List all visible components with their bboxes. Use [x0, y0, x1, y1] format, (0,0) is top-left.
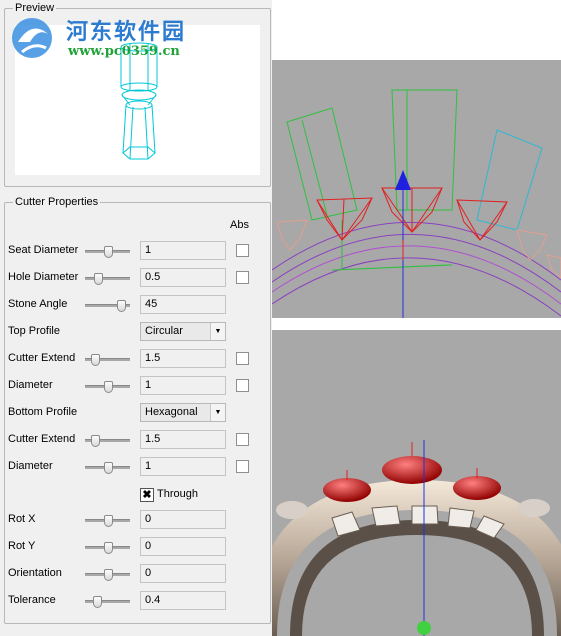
hole-diameter-abs-checkbox[interactable] [236, 271, 249, 284]
seat-diameter-field[interactable]: 1 [140, 241, 226, 260]
slider-thumb[interactable] [104, 462, 113, 474]
tolerance-slider[interactable] [85, 596, 130, 608]
top-cutter-extend-label: Cutter Extend [8, 352, 76, 364]
top-cutter-extend-slider[interactable] [85, 354, 130, 366]
top-profile-label: Top Profile [8, 325, 60, 337]
orientation-slider[interactable] [85, 569, 130, 581]
properties-panel: Preview Cutter Properties Abs Seat Diame… [0, 0, 272, 636]
slider-thumb[interactable] [104, 569, 113, 581]
axis-arrow-icon [395, 170, 411, 190]
wireframe-viewport[interactable] [272, 60, 561, 318]
preview-group: Preview [4, 2, 271, 187]
bottom-profile-value: Hexagonal [145, 406, 198, 418]
viewport-separator [272, 318, 561, 330]
tolerance-label: Tolerance [8, 594, 56, 606]
slider-thumb[interactable] [93, 596, 102, 608]
seat-diameter-label: Seat Diameter [8, 244, 79, 256]
top-diameter-label: Diameter [8, 379, 53, 391]
slider-thumb[interactable] [104, 515, 113, 527]
through-label: Through [157, 488, 198, 500]
rot-x-slider[interactable] [85, 515, 130, 527]
rot-x-field[interactable]: 0 [140, 510, 226, 529]
cutter-properties-title: Cutter Properties [13, 196, 101, 208]
preview-title: Preview [13, 2, 57, 14]
rot-y-label: Rot Y [8, 540, 36, 552]
hole-diameter-slider[interactable] [85, 273, 130, 285]
slider-thumb[interactable] [104, 381, 113, 393]
orientation-field[interactable]: 0 [140, 564, 226, 583]
bottom-diameter-field[interactable]: 1 [140, 457, 226, 476]
slider-thumb[interactable] [91, 435, 100, 447]
chevron-down-icon[interactable]: ▼ [210, 404, 225, 421]
preview-canvas [15, 25, 260, 175]
seat-diameter-slider[interactable] [85, 246, 130, 258]
top-cutter-extend-abs-checkbox[interactable] [236, 352, 249, 365]
wireframe-ring-render [272, 89, 561, 318]
hole-diameter-field[interactable]: 0.5 [140, 268, 226, 287]
origin-marker-icon [417, 621, 431, 635]
bottom-cutter-extend-abs-checkbox[interactable] [236, 433, 249, 446]
shaded-ring-render [272, 440, 561, 636]
slider-thumb[interactable] [104, 542, 113, 554]
tolerance-field[interactable]: 0.4 [140, 591, 226, 610]
slider-thumb[interactable] [117, 300, 126, 312]
bottom-profile-label: Bottom Profile [8, 406, 78, 418]
hole-diameter-label: Hole Diameter [8, 271, 79, 283]
top-profile-select[interactable]: Circular ▼ [140, 322, 226, 341]
cutter-preview-wireframe [120, 42, 158, 160]
shaded-viewport[interactable] [272, 330, 561, 636]
abs-header: Abs [230, 219, 249, 231]
viewport-top-margin [272, 0, 561, 60]
stone-angle-field[interactable]: 45 [140, 295, 226, 314]
bottom-diameter-abs-checkbox[interactable] [236, 460, 249, 473]
top-diameter-slider[interactable] [85, 381, 130, 393]
bottom-diameter-label: Diameter [8, 460, 53, 472]
rot-y-slider[interactable] [85, 542, 130, 554]
slider-thumb[interactable] [94, 273, 103, 285]
top-diameter-field[interactable]: 1 [140, 376, 226, 395]
top-diameter-abs-checkbox[interactable] [236, 379, 249, 392]
stone-angle-label: Stone Angle [8, 298, 68, 310]
stone-angle-slider[interactable] [85, 300, 130, 312]
rot-x-label: Rot X [8, 513, 36, 525]
top-profile-value: Circular [145, 325, 183, 337]
orientation-label: Orientation [8, 567, 62, 579]
slider-thumb[interactable] [91, 354, 100, 366]
slider-thumb[interactable] [104, 246, 113, 258]
bottom-cutter-extend-slider[interactable] [85, 435, 130, 447]
through-checkbox[interactable]: ✖ [140, 488, 154, 502]
top-cutter-extend-field[interactable]: 1.5 [140, 349, 226, 368]
bottom-cutter-extend-label: Cutter Extend [8, 433, 76, 445]
bottom-diameter-slider[interactable] [85, 462, 130, 474]
rot-y-field[interactable]: 0 [140, 537, 226, 556]
bottom-cutter-extend-field[interactable]: 1.5 [140, 430, 226, 449]
seat-diameter-abs-checkbox[interactable] [236, 244, 249, 257]
chevron-down-icon[interactable]: ▼ [210, 323, 225, 340]
bottom-profile-select[interactable]: Hexagonal ▼ [140, 403, 226, 422]
